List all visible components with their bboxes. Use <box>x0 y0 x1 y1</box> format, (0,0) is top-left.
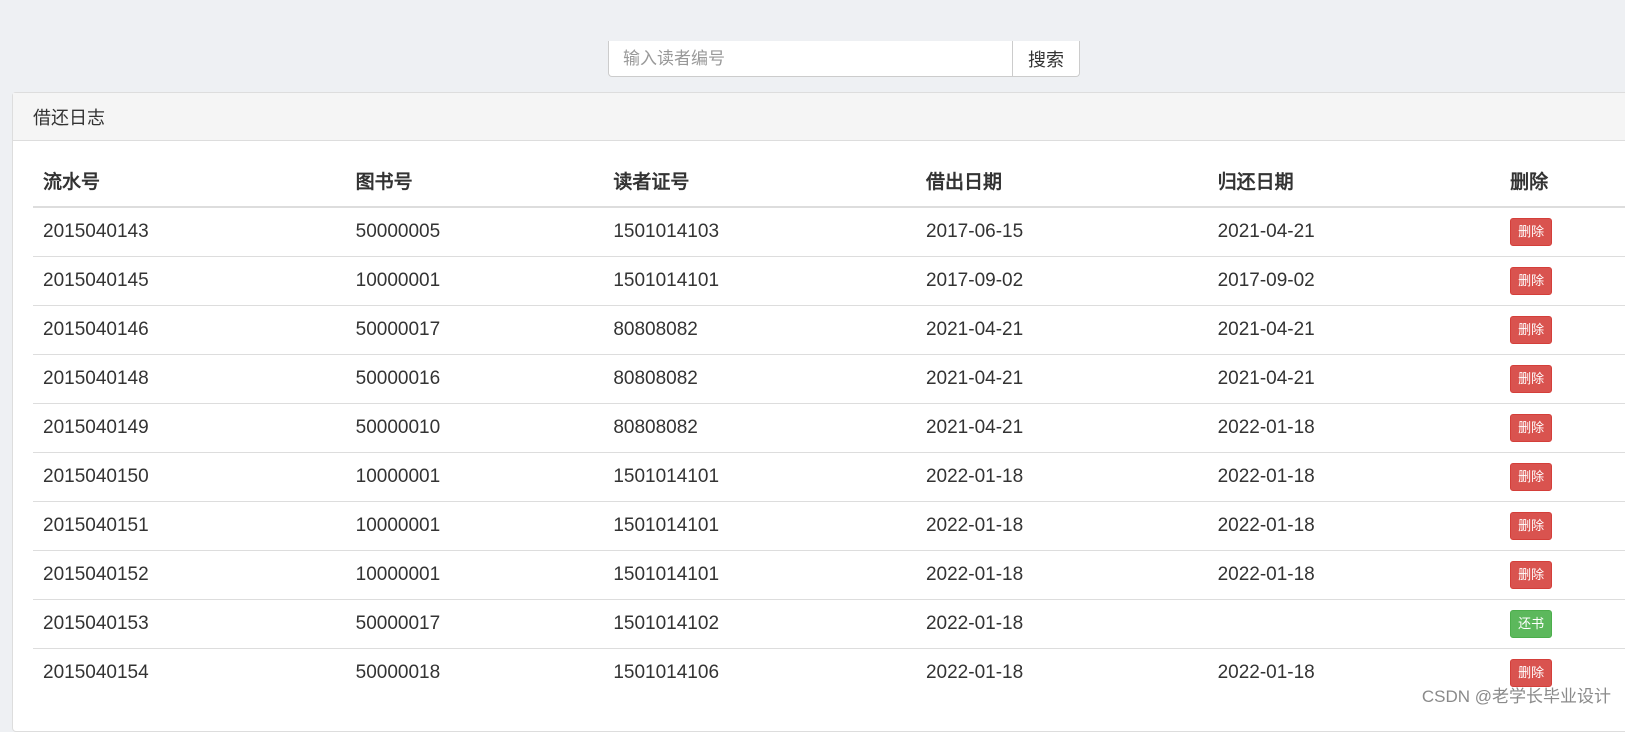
cell-reader-id: 1501014102 <box>603 599 916 648</box>
cell-action: 删除 <box>1500 452 1625 501</box>
cell-book-id: 10000001 <box>346 501 604 550</box>
delete-button[interactable]: 删除 <box>1510 414 1552 442</box>
table-row: 20150401435000000515010141032017-06-1520… <box>33 207 1625 256</box>
cell-return-date: 2022-01-18 <box>1208 501 1501 550</box>
cell-reader-id: 80808082 <box>603 403 916 452</box>
cell-action: 还书 <box>1500 599 1625 648</box>
cell-reader-id: 80808082 <box>603 354 916 403</box>
table-body: 20150401435000000515010141032017-06-1520… <box>33 207 1625 697</box>
cell-borrow-date: 2021-04-21 <box>916 354 1208 403</box>
cell-borrow-date: 2021-04-21 <box>916 305 1208 354</box>
cell-reader-id: 1501014101 <box>603 256 916 305</box>
cell-return-date: 2022-01-18 <box>1208 452 1501 501</box>
header-serial: 流水号 <box>33 155 346 207</box>
cell-reader-id: 1501014101 <box>603 501 916 550</box>
cell-borrow-date: 2022-01-18 <box>916 648 1208 697</box>
cell-borrow-date: 2022-01-18 <box>916 501 1208 550</box>
watermark: CSDN @老学长毕业设计 <box>1422 682 1611 707</box>
header-borrow-date: 借出日期 <box>916 155 1208 207</box>
table-row: 20150401451000000115010141012017-09-0220… <box>33 256 1625 305</box>
cell-action: 删除 <box>1500 403 1625 452</box>
cell-return-date <box>1208 599 1501 648</box>
delete-button[interactable]: 删除 <box>1510 218 1552 246</box>
cell-borrow-date: 2022-01-18 <box>916 599 1208 648</box>
cell-action: 删除 <box>1500 305 1625 354</box>
cell-serial: 2015040145 <box>33 256 346 305</box>
table-row: 201504014950000010808080822021-04-212022… <box>33 403 1625 452</box>
delete-button[interactable]: 删除 <box>1510 561 1552 589</box>
header-return-date: 归还日期 <box>1208 155 1501 207</box>
cell-borrow-date: 2021-04-21 <box>916 403 1208 452</box>
cell-borrow-date: 2017-09-02 <box>916 256 1208 305</box>
cell-book-id: 50000017 <box>346 305 604 354</box>
cell-book-id: 50000018 <box>346 648 604 697</box>
delete-button[interactable]: 删除 <box>1510 512 1552 540</box>
cell-return-date: 2022-01-18 <box>1208 550 1501 599</box>
cell-book-id: 50000017 <box>346 599 604 648</box>
cell-return-date: 2017-09-02 <box>1208 256 1501 305</box>
cell-book-id: 50000016 <box>346 354 604 403</box>
cell-return-date: 2021-04-21 <box>1208 305 1501 354</box>
delete-button[interactable]: 删除 <box>1510 316 1552 344</box>
cell-reader-id: 1501014106 <box>603 648 916 697</box>
borrow-log-table: 流水号 图书号 读者证号 借出日期 归还日期 删除 20150401435000… <box>33 155 1625 697</box>
cell-book-id: 10000001 <box>346 452 604 501</box>
table-row: 20150401511000000115010141012022-01-1820… <box>33 501 1625 550</box>
cell-serial: 2015040149 <box>33 403 346 452</box>
cell-action: 删除 <box>1500 207 1625 256</box>
delete-button[interactable]: 删除 <box>1510 365 1552 393</box>
cell-serial: 2015040153 <box>33 599 346 648</box>
cell-reader-id: 80808082 <box>603 305 916 354</box>
return-book-button[interactable]: 还书 <box>1510 610 1552 638</box>
cell-serial: 2015040154 <box>33 648 346 697</box>
header-book-id: 图书号 <box>346 155 604 207</box>
cell-serial: 2015040151 <box>33 501 346 550</box>
delete-button[interactable]: 删除 <box>1510 267 1552 295</box>
cell-action: 删除 <box>1500 354 1625 403</box>
cell-borrow-date: 2022-01-18 <box>916 550 1208 599</box>
table-row: 20150401501000000115010141012022-01-1820… <box>33 452 1625 501</box>
search-button[interactable]: 搜索 <box>1012 41 1079 76</box>
cell-reader-id: 1501014101 <box>603 452 916 501</box>
cell-borrow-date: 2017-06-15 <box>916 207 1208 256</box>
cell-action: 删除 <box>1500 501 1625 550</box>
table-header-row: 流水号 图书号 读者证号 借出日期 归还日期 删除 <box>33 155 1625 207</box>
cell-reader-id: 1501014103 <box>603 207 916 256</box>
cell-serial: 2015040148 <box>33 354 346 403</box>
panel-title: 借还日志 <box>13 93 1625 141</box>
cell-book-id: 50000010 <box>346 403 604 452</box>
search-bar: 搜索 <box>608 41 1080 77</box>
table-row: 20150401521000000115010141012022-01-1820… <box>33 550 1625 599</box>
cell-borrow-date: 2022-01-18 <box>916 452 1208 501</box>
cell-reader-id: 1501014101 <box>603 550 916 599</box>
delete-button[interactable]: 删除 <box>1510 463 1552 491</box>
header-reader-id: 读者证号 <box>603 155 916 207</box>
borrow-log-panel: 借还日志 流水号 图书号 读者证号 借出日期 归还日期 删除 201504014… <box>12 92 1625 732</box>
cell-book-id: 10000001 <box>346 550 604 599</box>
search-input[interactable] <box>609 41 1012 76</box>
cell-return-date: 2022-01-18 <box>1208 403 1501 452</box>
cell-book-id: 10000001 <box>346 256 604 305</box>
table-row: 201504014850000016808080822021-04-212021… <box>33 354 1625 403</box>
table-row: 201504014650000017808080822021-04-212021… <box>33 305 1625 354</box>
cell-action: 删除 <box>1500 550 1625 599</box>
cell-serial: 2015040143 <box>33 207 346 256</box>
cell-serial: 2015040152 <box>33 550 346 599</box>
cell-serial: 2015040146 <box>33 305 346 354</box>
cell-serial: 2015040150 <box>33 452 346 501</box>
table-row: 20150401535000001715010141022022-01-18 还书 <box>33 599 1625 648</box>
table-row: 20150401545000001815010141062022-01-1820… <box>33 648 1625 697</box>
header-delete: 删除 <box>1500 155 1625 207</box>
cell-return-date: 2021-04-21 <box>1208 354 1501 403</box>
cell-action: 删除 <box>1500 256 1625 305</box>
cell-return-date: 2021-04-21 <box>1208 207 1501 256</box>
cell-book-id: 50000005 <box>346 207 604 256</box>
